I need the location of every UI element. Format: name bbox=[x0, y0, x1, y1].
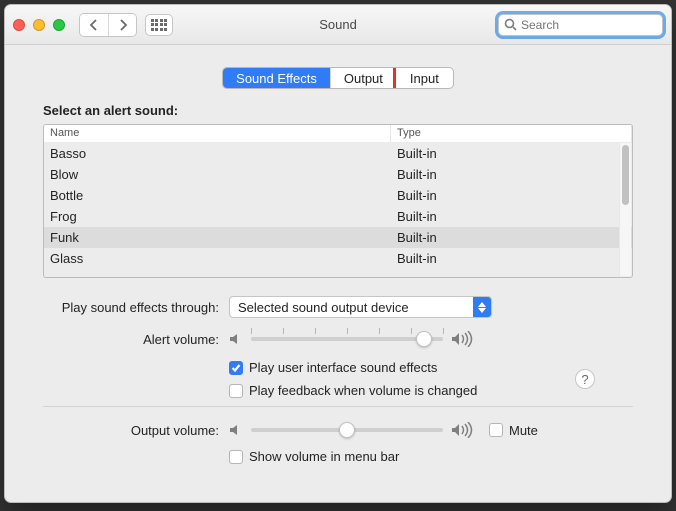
column-header-type[interactable]: Type bbox=[391, 125, 632, 142]
table-row[interactable]: Funk Built-in bbox=[44, 227, 632, 248]
feedback-checkbox[interactable] bbox=[229, 384, 243, 398]
feedback-row: Play feedback when volume is changed bbox=[229, 383, 477, 398]
help-button[interactable]: ? bbox=[575, 369, 595, 389]
alert-volume-slider[interactable] bbox=[251, 330, 443, 348]
alert-volume-label: Alert volume: bbox=[43, 332, 229, 347]
output-volume-slider[interactable] bbox=[251, 421, 443, 439]
cell-type: Built-in bbox=[397, 251, 626, 266]
table-row[interactable]: Glass Built-in bbox=[44, 248, 632, 269]
cell-type: Built-in bbox=[397, 167, 626, 182]
menubar-label: Show volume in menu bar bbox=[249, 449, 399, 464]
nav-buttons bbox=[79, 13, 137, 37]
table-row[interactable]: Bottle Built-in bbox=[44, 185, 632, 206]
tab-input[interactable]: Input bbox=[393, 67, 454, 89]
cell-name: Funk bbox=[50, 230, 397, 245]
forward-button[interactable] bbox=[108, 14, 136, 36]
speaker-low-icon bbox=[229, 423, 243, 437]
play-through-popup[interactable]: Selected sound output device bbox=[229, 296, 492, 318]
speaker-high-icon bbox=[451, 422, 475, 438]
speaker-low-icon bbox=[229, 332, 243, 346]
table-header: Name Type bbox=[44, 125, 632, 143]
close-window-button[interactable] bbox=[13, 19, 25, 31]
column-header-name[interactable]: Name bbox=[44, 125, 391, 142]
cell-name: Basso bbox=[50, 146, 397, 161]
sound-preferences-window: Sound Sound Effects Output Input Select … bbox=[4, 4, 672, 503]
ui-sounds-label: Play user interface sound effects bbox=[249, 360, 437, 375]
tab-output[interactable]: Output bbox=[330, 68, 396, 88]
cell-name: Frog bbox=[50, 209, 397, 224]
tab-sound-effects[interactable]: Sound Effects bbox=[223, 68, 330, 88]
table-row[interactable]: Frog Built-in bbox=[44, 206, 632, 227]
cell-type: Built-in bbox=[397, 230, 626, 245]
ui-sounds-row: Play user interface sound effects bbox=[229, 360, 437, 375]
window-controls bbox=[13, 19, 65, 31]
table-scrollbar[interactable] bbox=[619, 143, 631, 276]
mute-label: Mute bbox=[509, 423, 538, 438]
show-all-button[interactable] bbox=[145, 14, 173, 36]
divider bbox=[43, 406, 633, 407]
cell-name: Glass bbox=[50, 251, 397, 266]
tab-segmented-control: Sound Effects Output Input bbox=[222, 67, 454, 89]
titlebar: Sound bbox=[5, 5, 671, 45]
menubar-row: Show volume in menu bar bbox=[229, 449, 399, 464]
mute-row: Mute bbox=[489, 423, 538, 438]
play-through-value: Selected sound output device bbox=[238, 300, 409, 315]
alert-sound-prompt: Select an alert sound: bbox=[43, 103, 633, 118]
menubar-checkbox[interactable] bbox=[229, 450, 243, 464]
cell-type: Built-in bbox=[397, 209, 626, 224]
tabs-row: Sound Effects Output Input bbox=[5, 45, 671, 89]
mute-checkbox[interactable] bbox=[489, 423, 503, 437]
cell-type: Built-in bbox=[397, 188, 626, 203]
play-through-label: Play sound effects through: bbox=[43, 300, 229, 315]
ui-sounds-checkbox[interactable] bbox=[229, 361, 243, 375]
table-row[interactable]: Blow Built-in bbox=[44, 164, 632, 185]
cell-type: Built-in bbox=[397, 146, 626, 161]
table-row[interactable]: Basso Built-in bbox=[44, 143, 632, 164]
scrollbar-thumb[interactable] bbox=[622, 145, 629, 205]
search-icon bbox=[504, 18, 517, 34]
cell-name: Bottle bbox=[50, 188, 397, 203]
speaker-high-icon bbox=[451, 331, 475, 347]
search-input[interactable] bbox=[498, 14, 663, 36]
search-field[interactable] bbox=[498, 14, 663, 36]
cell-name: Blow bbox=[50, 167, 397, 182]
minimize-window-button[interactable] bbox=[33, 19, 45, 31]
table-body: Basso Built-in Blow Built-in Bottle Buil… bbox=[44, 143, 632, 278]
output-volume-label: Output volume: bbox=[43, 423, 229, 438]
alert-sound-table: Name Type Basso Built-in Blow Built-in B… bbox=[43, 124, 633, 278]
chevron-up-down-icon bbox=[473, 297, 491, 317]
zoom-window-button[interactable] bbox=[53, 19, 65, 31]
feedback-label: Play feedback when volume is changed bbox=[249, 383, 477, 398]
back-button[interactable] bbox=[80, 14, 108, 36]
content-area: Select an alert sound: Name Type Basso B… bbox=[5, 89, 671, 480]
